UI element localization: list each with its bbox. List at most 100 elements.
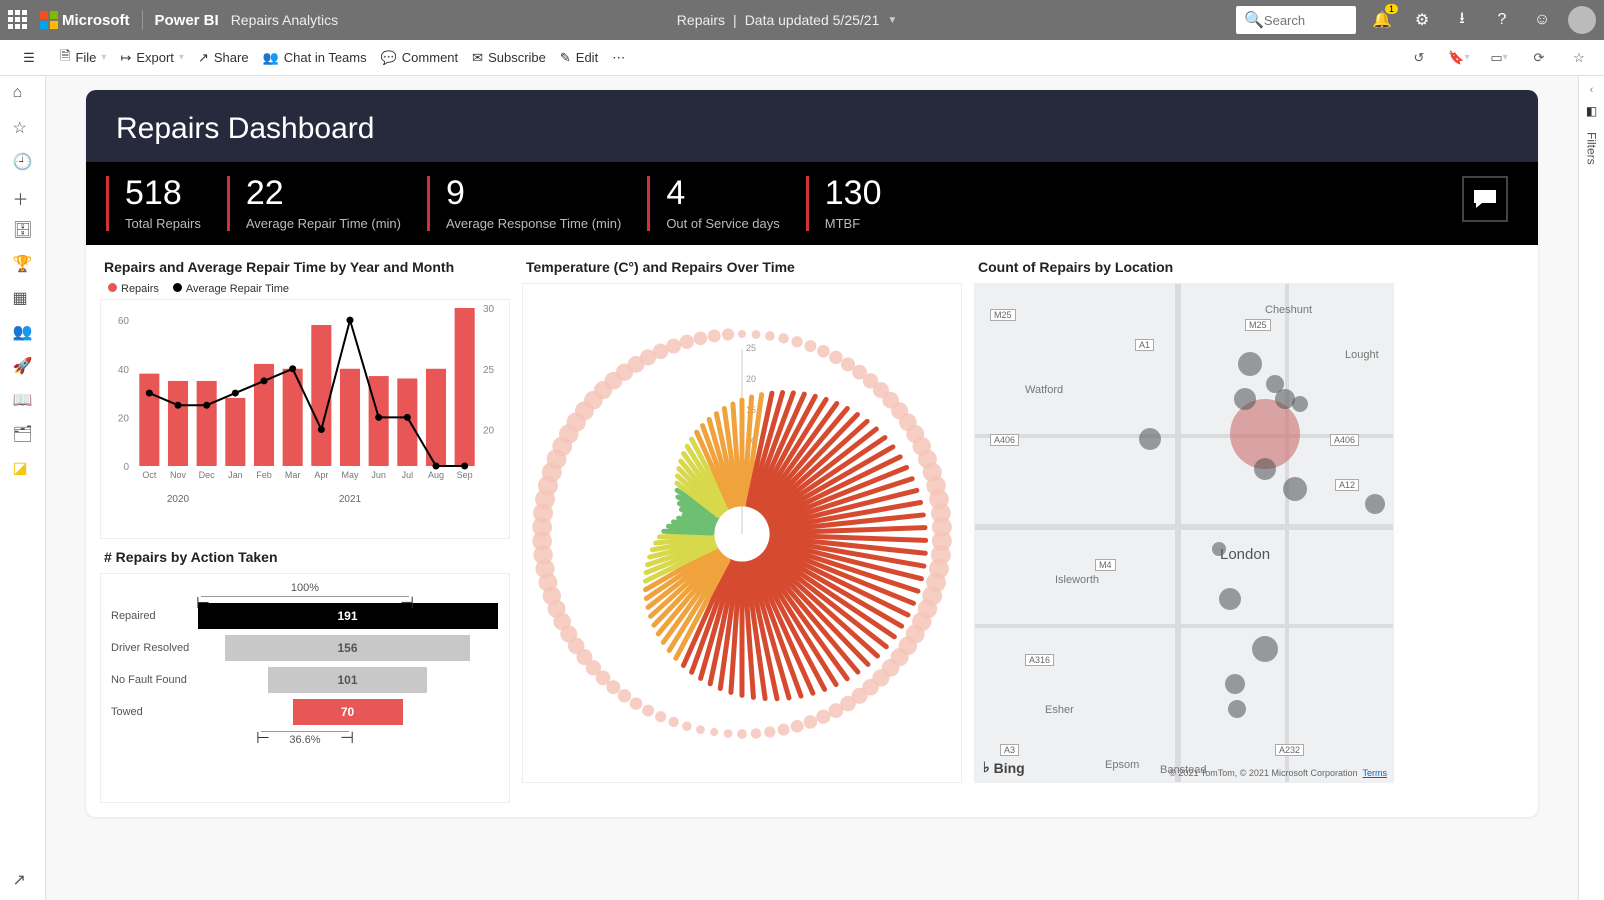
global-header: Microsoft Power BI Repairs Analytics Rep… [0, 0, 1604, 40]
favorites-icon[interactable]: ☆ [13, 118, 33, 138]
svg-text:0: 0 [123, 462, 129, 473]
workspace-name[interactable]: Repairs Analytics [231, 12, 338, 28]
notification-badge: 1 [1385, 4, 1398, 14]
svg-text:20: 20 [118, 413, 130, 424]
svg-text:Jul: Jul [402, 470, 414, 480]
combo-chart: 0204060202530OctNovDecJanFebMarAprMayJun… [101, 300, 509, 510]
subscribe-button[interactable]: ✉ Subscribe [472, 50, 546, 66]
breadcrumb-page[interactable]: Repairs [677, 12, 725, 28]
kpi-bar: 518 Total Repairs 22 Average Repair Time… [86, 162, 1538, 245]
filters-pane-icon[interactable]: ◧ [1586, 104, 1597, 118]
report-toolbar: ☰ 🗎 File ▾ ↦ Export ▾ ↗ Share 👥 Chat in … [0, 40, 1604, 76]
tile-combo-chart[interactable]: Repairs and Average Repair Time by Year … [100, 259, 510, 539]
learn-icon[interactable]: 📖 [13, 390, 33, 410]
microsoft-logo: Microsoft [40, 11, 130, 29]
action-row-nofault: No Fault Found 101 [111, 667, 499, 693]
svg-text:20: 20 [746, 374, 756, 384]
expand-icon[interactable]: ↗ [13, 870, 33, 890]
chat-teams-button[interactable]: 👥 Chat in Teams [263, 50, 367, 66]
map-bubble [1266, 375, 1284, 393]
right-rail: ‹ ◧ Filters [1578, 76, 1604, 900]
data-updated-label[interactable]: Data updated 5/25/21 [745, 12, 880, 28]
radial-chart: 0510152025 [523, 284, 961, 774]
report-title: Repairs Dashboard [86, 90, 1538, 162]
shared-icon[interactable]: 👥 [13, 322, 33, 342]
map-terms-link[interactable]: Terms [1363, 768, 1388, 778]
combo-legend: Repairs Average Repair Time [108, 283, 510, 295]
divider [142, 10, 143, 30]
map-bubble [1365, 494, 1385, 514]
hamburger-icon[interactable]: ☰ [23, 50, 35, 66]
feedback-button[interactable]: ☺ [1528, 6, 1556, 34]
comment-button[interactable]: 💬 Comment [381, 50, 459, 66]
search-input[interactable] [1264, 13, 1344, 28]
svg-text:Mar: Mar [285, 470, 301, 480]
map-bubble [1139, 428, 1161, 450]
svg-text:Feb: Feb [256, 470, 272, 480]
download-button[interactable]: ⭳ [1448, 6, 1476, 34]
current-workspace-icon[interactable]: ◪ [13, 458, 33, 478]
map-bubble [1219, 588, 1241, 610]
edit-button[interactable]: ✎ Edit [560, 50, 598, 66]
more-menu[interactable]: ⋯ [612, 50, 625, 66]
deploy-icon[interactable]: 🚀 [13, 356, 33, 376]
kpi-total-repairs: 518 Total Repairs [106, 176, 217, 231]
filters-label[interactable]: Filters [1585, 132, 1599, 165]
home-icon[interactable]: ⌂ [13, 84, 33, 104]
reset-icon[interactable]: ↺ [1406, 45, 1432, 71]
settings-button[interactable]: ⚙ [1408, 6, 1436, 34]
help-button[interactable]: ? [1488, 6, 1516, 34]
map-title: Count of Repairs by Location [978, 259, 1394, 275]
view-icon[interactable]: ▭▾ [1486, 45, 1512, 71]
datasets-icon[interactable]: 🗄 [13, 220, 33, 240]
action-row-driver: Driver Resolved 156 [111, 635, 499, 661]
search-box[interactable]: 🔍 [1236, 6, 1356, 34]
file-menu[interactable]: 🗎 File ▾ [60, 47, 106, 69]
map-bubble [1238, 352, 1262, 376]
map-bubble [1228, 700, 1246, 718]
chevron-left-icon[interactable]: ‹ [1590, 84, 1594, 96]
svg-text:25: 25 [483, 365, 495, 376]
svg-text:40: 40 [118, 365, 130, 376]
svg-text:2020: 2020 [167, 494, 190, 505]
apps-icon[interactable]: ▦ [13, 288, 33, 308]
refresh-icon[interactable]: ⟳ [1526, 45, 1552, 71]
svg-text:Apr: Apr [314, 470, 328, 480]
map-bubble [1234, 388, 1256, 410]
app-name: Power BI [155, 12, 219, 29]
action-row-repaired: Repaired 191 [111, 603, 499, 629]
search-icon: 🔍 [1244, 10, 1264, 30]
recent-icon[interactable]: 🕘 [13, 152, 33, 172]
svg-text:30: 30 [483, 304, 495, 315]
svg-text:Oct: Oct [142, 470, 157, 480]
favorite-icon[interactable]: ☆ [1566, 45, 1592, 71]
bookmark-icon[interactable]: 🔖▾ [1446, 45, 1472, 71]
map-bubble [1225, 674, 1245, 694]
share-button[interactable]: ↗ Share [198, 50, 249, 66]
svg-text:May: May [341, 470, 359, 480]
map-bubble [1254, 458, 1276, 480]
actions-title: # Repairs by Action Taken [104, 549, 510, 565]
app-launcher-icon[interactable] [8, 10, 28, 30]
bing-logo: ♭ Bing [983, 759, 1025, 776]
report-frame: Repairs Dashboard 518 Total Repairs 22 A… [86, 90, 1538, 817]
map-bubble [1252, 636, 1278, 662]
user-avatar[interactable] [1568, 6, 1596, 34]
svg-text:20: 20 [483, 426, 495, 437]
kpi-out-of-service: 4 Out of Service days [647, 176, 795, 231]
actions-top-pct: 100% [111, 582, 499, 594]
tile-map[interactable]: Count of Repairs by Location Watford Che… [974, 255, 1394, 803]
create-icon[interactable]: ＋ [13, 186, 33, 206]
svg-text:Aug: Aug [428, 470, 444, 480]
kpi-mtbf: 130 MTBF [806, 176, 898, 231]
tile-actions[interactable]: # Repairs by Action Taken 100% ⊢⊣ Repair… [100, 549, 510, 803]
tile-radial[interactable]: Temperature (C°) and Repairs Over Time 0… [522, 255, 962, 803]
map-bubble [1292, 396, 1308, 412]
report-comment-icon[interactable] [1462, 176, 1508, 222]
export-menu[interactable]: ↦ Export ▾ [120, 50, 184, 66]
workspaces-icon[interactable]: 🗂 [13, 424, 33, 444]
map[interactable]: Watford Cheshunt Lought London Isleworth… [974, 283, 1394, 783]
notifications-button[interactable]: 🔔 1 [1368, 6, 1396, 34]
chevron-down-icon[interactable]: ▼ [887, 15, 897, 26]
goals-icon[interactable]: 🏆 [13, 254, 33, 274]
